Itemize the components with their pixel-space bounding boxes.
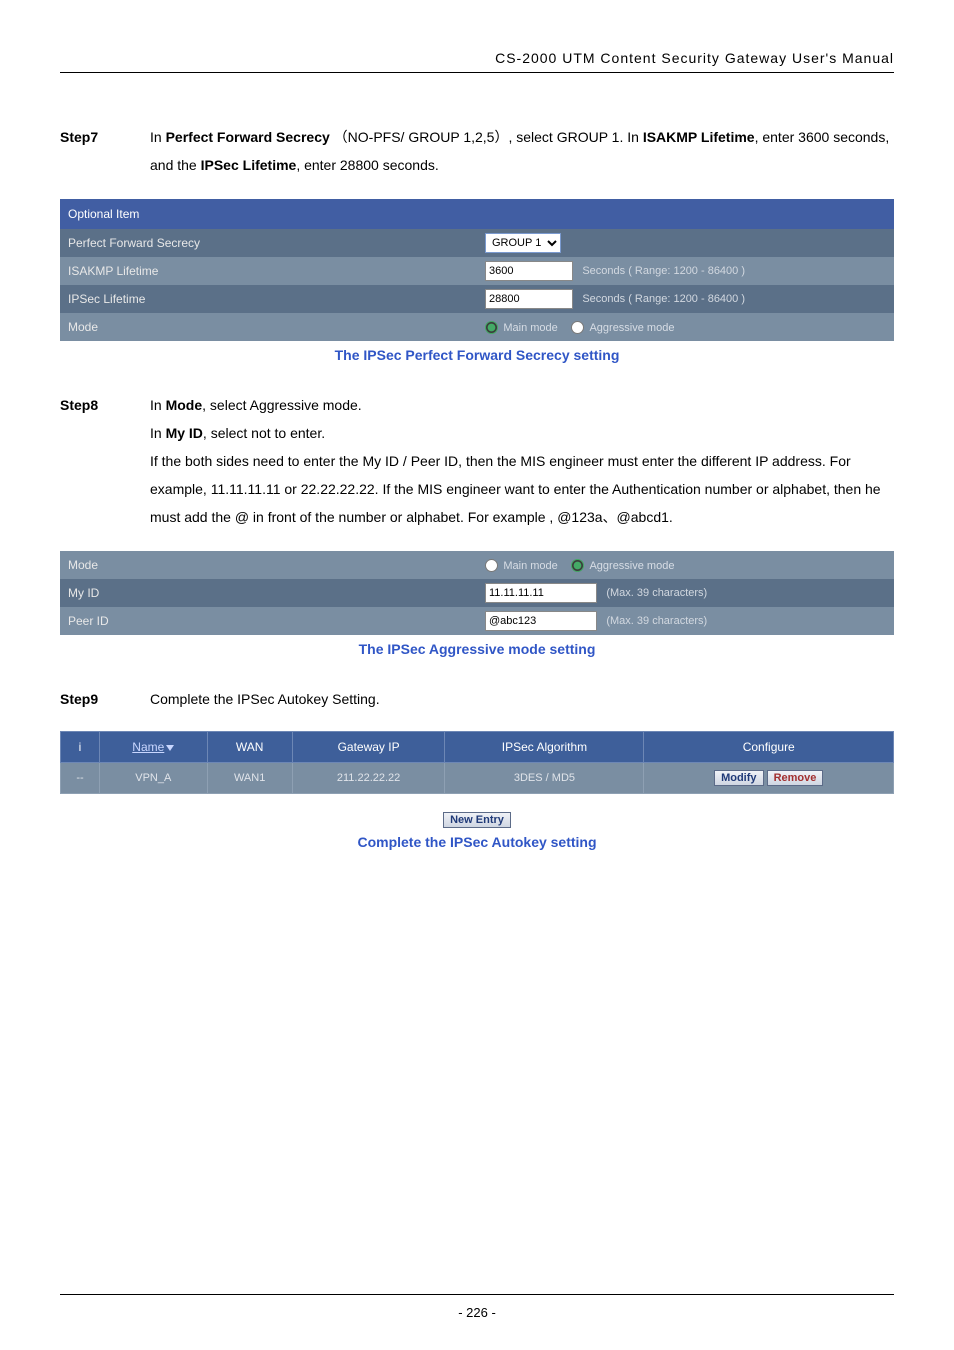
- col-name[interactable]: Name: [100, 732, 208, 763]
- new-entry-button[interactable]: New Entry: [443, 812, 511, 828]
- t: , select Aggressive mode.: [202, 397, 362, 413]
- cell-gateway: 211.22.22.22: [292, 763, 445, 794]
- step7-row: Step7 In Perfect Forward Secrecy （NO-PFS…: [60, 123, 894, 179]
- pfs-label: Perfect Forward Secrecy: [60, 229, 477, 257]
- ipsec-lifetime-input[interactable]: [485, 289, 573, 309]
- ipsec-lifetime-hint: Seconds ( Range: 1200 - 86400 ): [582, 293, 745, 305]
- step8-row: Step8 In Mode, select Aggressive mode. I…: [60, 391, 894, 531]
- pfs-section-title: Optional Item: [60, 199, 894, 229]
- summary-wrap: i Name WAN Gateway IP IPSec Algorithm Co…: [60, 731, 894, 794]
- col-gateway: Gateway IP: [292, 732, 445, 763]
- isakmp-input[interactable]: [485, 261, 573, 281]
- pfs-select[interactable]: GROUP 1: [485, 233, 561, 253]
- t: In: [150, 425, 166, 441]
- t: , select not to enter.: [203, 425, 325, 441]
- t: In: [150, 397, 166, 413]
- myid-hint: (Max. 39 characters): [606, 587, 707, 599]
- myid-label: My ID: [60, 579, 477, 607]
- pfs-table: Optional Item Perfect Forward Secrecy GR…: [60, 199, 894, 341]
- cell-name: VPN_A: [100, 763, 208, 794]
- mode-label-2: Mode: [60, 551, 477, 579]
- col-configure: Configure: [644, 732, 894, 763]
- mode-row-1: Mode Main mode Aggressive mode: [60, 313, 894, 341]
- pfs-section-header: Optional Item: [60, 199, 894, 229]
- col-name-link[interactable]: Name: [132, 740, 174, 754]
- caption-autokey: Complete the IPSec Autokey setting: [60, 834, 894, 850]
- peerid-row: Peer ID (Max. 39 characters): [60, 607, 894, 635]
- main-mode-radio-1[interactable]: [485, 321, 498, 334]
- t: Mode: [166, 397, 203, 413]
- step8-paragraph: If the both sides need to enter the My I…: [150, 447, 894, 531]
- main-mode-radio-2[interactable]: [485, 559, 498, 572]
- remove-button[interactable]: Remove: [767, 770, 824, 786]
- main-mode-text-2: Main mode: [503, 560, 557, 572]
- page-header: CS-2000 UTM Content Security Gateway Use…: [60, 50, 894, 73]
- page-footer: - 226 -: [60, 1294, 894, 1320]
- summary-header-row: i Name WAN Gateway IP IPSec Algorithm Co…: [61, 732, 894, 763]
- cell-algorithm: 3DES / MD5: [445, 763, 644, 794]
- col-i[interactable]: i: [61, 732, 100, 763]
- step7-body: In Perfect Forward Secrecy （NO-PFS/ GROU…: [150, 123, 894, 179]
- peerid-hint: (Max. 39 characters): [606, 615, 707, 627]
- step8-body: In Mode, select Aggressive mode. In My I…: [150, 391, 894, 531]
- aggressive-mode-text-1: Aggressive mode: [589, 322, 674, 334]
- main-mode-text-1: Main mode: [503, 322, 557, 334]
- t: , enter 28800 seconds.: [296, 157, 438, 173]
- t: IPSec Lifetime: [201, 157, 297, 173]
- ipsec-lifetime-label: IPSec Lifetime: [60, 285, 477, 313]
- new-entry-wrap: New Entry: [60, 810, 894, 828]
- peerid-input[interactable]: [485, 611, 597, 631]
- t: Perfect Forward Secrecy: [166, 129, 330, 145]
- mode-label-1: Mode: [60, 313, 477, 341]
- summary-data-row: -- VPN_A WAN1 211.22.22.22 3DES / MD5 Mo…: [61, 763, 894, 794]
- cell-configure: Modify Remove: [644, 763, 894, 794]
- step9-row: Step9 Complete the IPSec Autokey Setting…: [60, 685, 894, 713]
- myid-row: My ID (Max. 39 characters): [60, 579, 894, 607]
- aggressive-mode-radio-2[interactable]: [571, 559, 584, 572]
- step8-label: Step8: [60, 391, 150, 531]
- isakmp-row: ISAKMP Lifetime Seconds ( Range: 1200 - …: [60, 257, 894, 285]
- ipsec-lifetime-row: IPSec Lifetime Seconds ( Range: 1200 - 8…: [60, 285, 894, 313]
- cell-i: --: [61, 763, 100, 794]
- caption-aggressive: The IPSec Aggressive mode setting: [60, 641, 894, 657]
- isakmp-label: ISAKMP Lifetime: [60, 257, 477, 285]
- peerid-label: Peer ID: [60, 607, 477, 635]
- t: （NO-PFS/ GROUP 1,2,5）, select GROUP 1. I…: [330, 129, 643, 145]
- aggressive-table: Mode Main mode Aggressive mode My ID (Ma…: [60, 551, 894, 635]
- col-wan: WAN: [207, 732, 292, 763]
- mode-row-2: Mode Main mode Aggressive mode: [60, 551, 894, 579]
- summary-table: i Name WAN Gateway IP IPSec Algorithm Co…: [60, 731, 894, 794]
- aggressive-mode-text-2: Aggressive mode: [589, 560, 674, 572]
- step9-body: Complete the IPSec Autokey Setting.: [150, 685, 894, 713]
- t: ISAKMP Lifetime: [643, 129, 755, 145]
- aggressive-mode-radio-1[interactable]: [571, 321, 584, 334]
- pfs-row: Perfect Forward Secrecy GROUP 1: [60, 229, 894, 257]
- col-algorithm: IPSec Algorithm: [445, 732, 644, 763]
- page-number: - 226 -: [458, 1305, 496, 1320]
- t: My ID: [166, 425, 203, 441]
- step9-label: Step9: [60, 685, 150, 713]
- t: In: [150, 129, 166, 145]
- isakmp-hint: Seconds ( Range: 1200 - 86400 ): [582, 265, 745, 277]
- caption-pfs: The IPSec Perfect Forward Secrecy settin…: [60, 347, 894, 363]
- modify-button[interactable]: Modify: [714, 770, 763, 786]
- step7-label: Step7: [60, 123, 150, 179]
- myid-input[interactable]: [485, 583, 597, 603]
- cell-wan: WAN1: [207, 763, 292, 794]
